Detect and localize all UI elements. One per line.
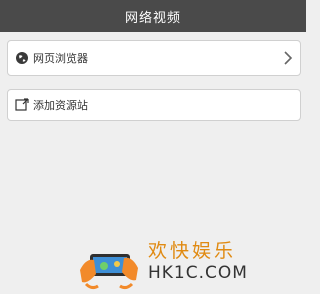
web-browser-item[interactable]: 网页浏览器 bbox=[7, 40, 301, 76]
globe-icon bbox=[15, 51, 29, 65]
game-controller-icon bbox=[80, 254, 138, 290]
watermark-title: 欢快娱乐 bbox=[148, 240, 237, 262]
chevron-right-icon bbox=[284, 51, 293, 65]
page-title: 网络视频 bbox=[124, 10, 181, 26]
web-browser-label: 网页浏览器 bbox=[33, 52, 88, 65]
watermark-domain: HK1C.COM bbox=[148, 263, 248, 283]
header-bar: 网络视频 bbox=[0, 0, 306, 32]
add-source-icon bbox=[15, 98, 29, 112]
add-source-label: 添加资源站 bbox=[33, 99, 88, 112]
watermark-logo: 欢快娱乐 HK1C.COM bbox=[76, 232, 247, 294]
add-source-item[interactable]: 添加资源站 bbox=[7, 89, 301, 121]
